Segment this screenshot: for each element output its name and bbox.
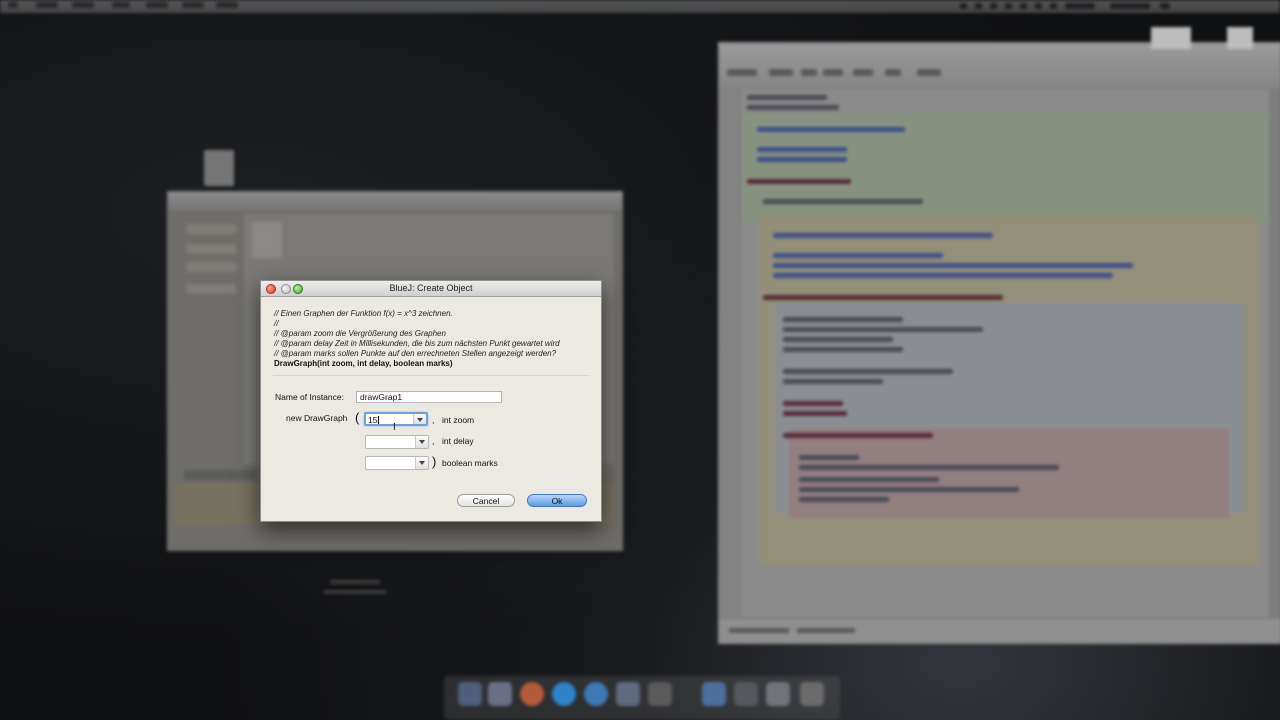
menu-bar — [0, 0, 1280, 13]
editor-status-bar — [719, 619, 1280, 643]
safari-icon — [584, 682, 608, 706]
side-label — [184, 470, 256, 480]
dock — [444, 676, 840, 720]
menu-item — [36, 2, 58, 8]
document-icon — [204, 150, 234, 186]
param-separator: , — [432, 436, 435, 446]
folder-icon — [702, 682, 726, 706]
chrome-icon — [520, 682, 544, 706]
app-icon — [734, 682, 758, 706]
clock — [1065, 3, 1095, 9]
marks-param-type-label: boolean marks — [442, 458, 498, 468]
skype-icon — [552, 682, 576, 706]
delay-param-type-label: int delay — [442, 436, 474, 446]
marks-param-combo[interactable] — [365, 456, 429, 470]
doc-comment-line: // @param delay Zeit in Millisekunden, d… — [274, 339, 560, 348]
status-icon — [990, 3, 997, 9]
instance-name-label: Name of Instance: — [275, 392, 344, 402]
menu-item — [182, 2, 204, 8]
open-paren: ( — [355, 410, 360, 425]
status-icon — [1005, 3, 1012, 9]
desktop-file-label — [330, 580, 380, 584]
menu-item — [216, 2, 238, 8]
status-icon — [1050, 3, 1057, 9]
dialog-titlebar: BlueJ: Create Object — [261, 281, 601, 297]
chevron-down-icon — [419, 461, 425, 465]
dialog-title: BlueJ: Create Object — [389, 283, 473, 293]
constructor-signature: DrawGraph(int zoom, int delay, boolean m… — [274, 359, 453, 368]
zoom-param-type-label: int zoom — [442, 415, 475, 425]
doc-comment-line: // Einen Graphen der Funktion f(x) = x^3… — [274, 309, 453, 318]
zoom-dropdown-button[interactable] — [413, 414, 426, 424]
cancel-button[interactable]: Cancel — [457, 494, 515, 507]
create-object-dialog: BlueJ: Create Object // Einen Graphen de… — [260, 280, 602, 522]
doc-comment-line: // @param zoom die Vergrößerung des Grap… — [274, 329, 446, 338]
trash-icon — [800, 682, 824, 706]
delay-param-combo[interactable] — [365, 435, 429, 449]
constructor-label: new DrawGraph — [286, 413, 348, 423]
zoom-param-value: 15 — [368, 415, 378, 425]
text-caret — [378, 416, 379, 424]
doc-comment-line: // — [274, 319, 279, 328]
text-cursor-icon: I — [393, 422, 396, 433]
marks-dropdown-button[interactable] — [415, 457, 428, 469]
project-window-titlebar — [168, 192, 622, 210]
ok-button[interactable]: Ok — [527, 494, 587, 507]
chevron-down-icon — [417, 418, 423, 422]
app-icon — [766, 682, 790, 706]
status-icon — [1020, 3, 1027, 9]
source-editor-window — [718, 27, 1280, 644]
user-name — [1110, 3, 1150, 9]
editor-toolbar — [719, 27, 1280, 88]
instance-name-input[interactable] — [356, 391, 502, 403]
app-icon — [488, 682, 512, 706]
close-paren: ) — [432, 454, 437, 469]
menu-item — [146, 2, 168, 8]
menu-item — [112, 2, 130, 8]
param-separator: , — [432, 415, 435, 425]
status-icon — [975, 3, 982, 9]
menu-item — [72, 2, 94, 8]
package-icon — [252, 222, 282, 258]
desktop-file-label — [324, 590, 386, 594]
divider — [273, 375, 589, 376]
status-icon — [960, 3, 967, 9]
app-icon — [616, 682, 640, 706]
apple-menu-icon — [8, 2, 18, 8]
status-icon — [1035, 3, 1042, 9]
finder-icon — [458, 682, 482, 706]
zoom-param-combo[interactable]: 15 — [364, 412, 428, 426]
chevron-down-icon — [419, 440, 425, 444]
search-icon — [1160, 3, 1170, 9]
app-icon — [648, 682, 672, 706]
delay-dropdown-button[interactable] — [415, 436, 428, 448]
doc-comment-line: // @param marks sollen Punkte auf den er… — [274, 349, 557, 358]
